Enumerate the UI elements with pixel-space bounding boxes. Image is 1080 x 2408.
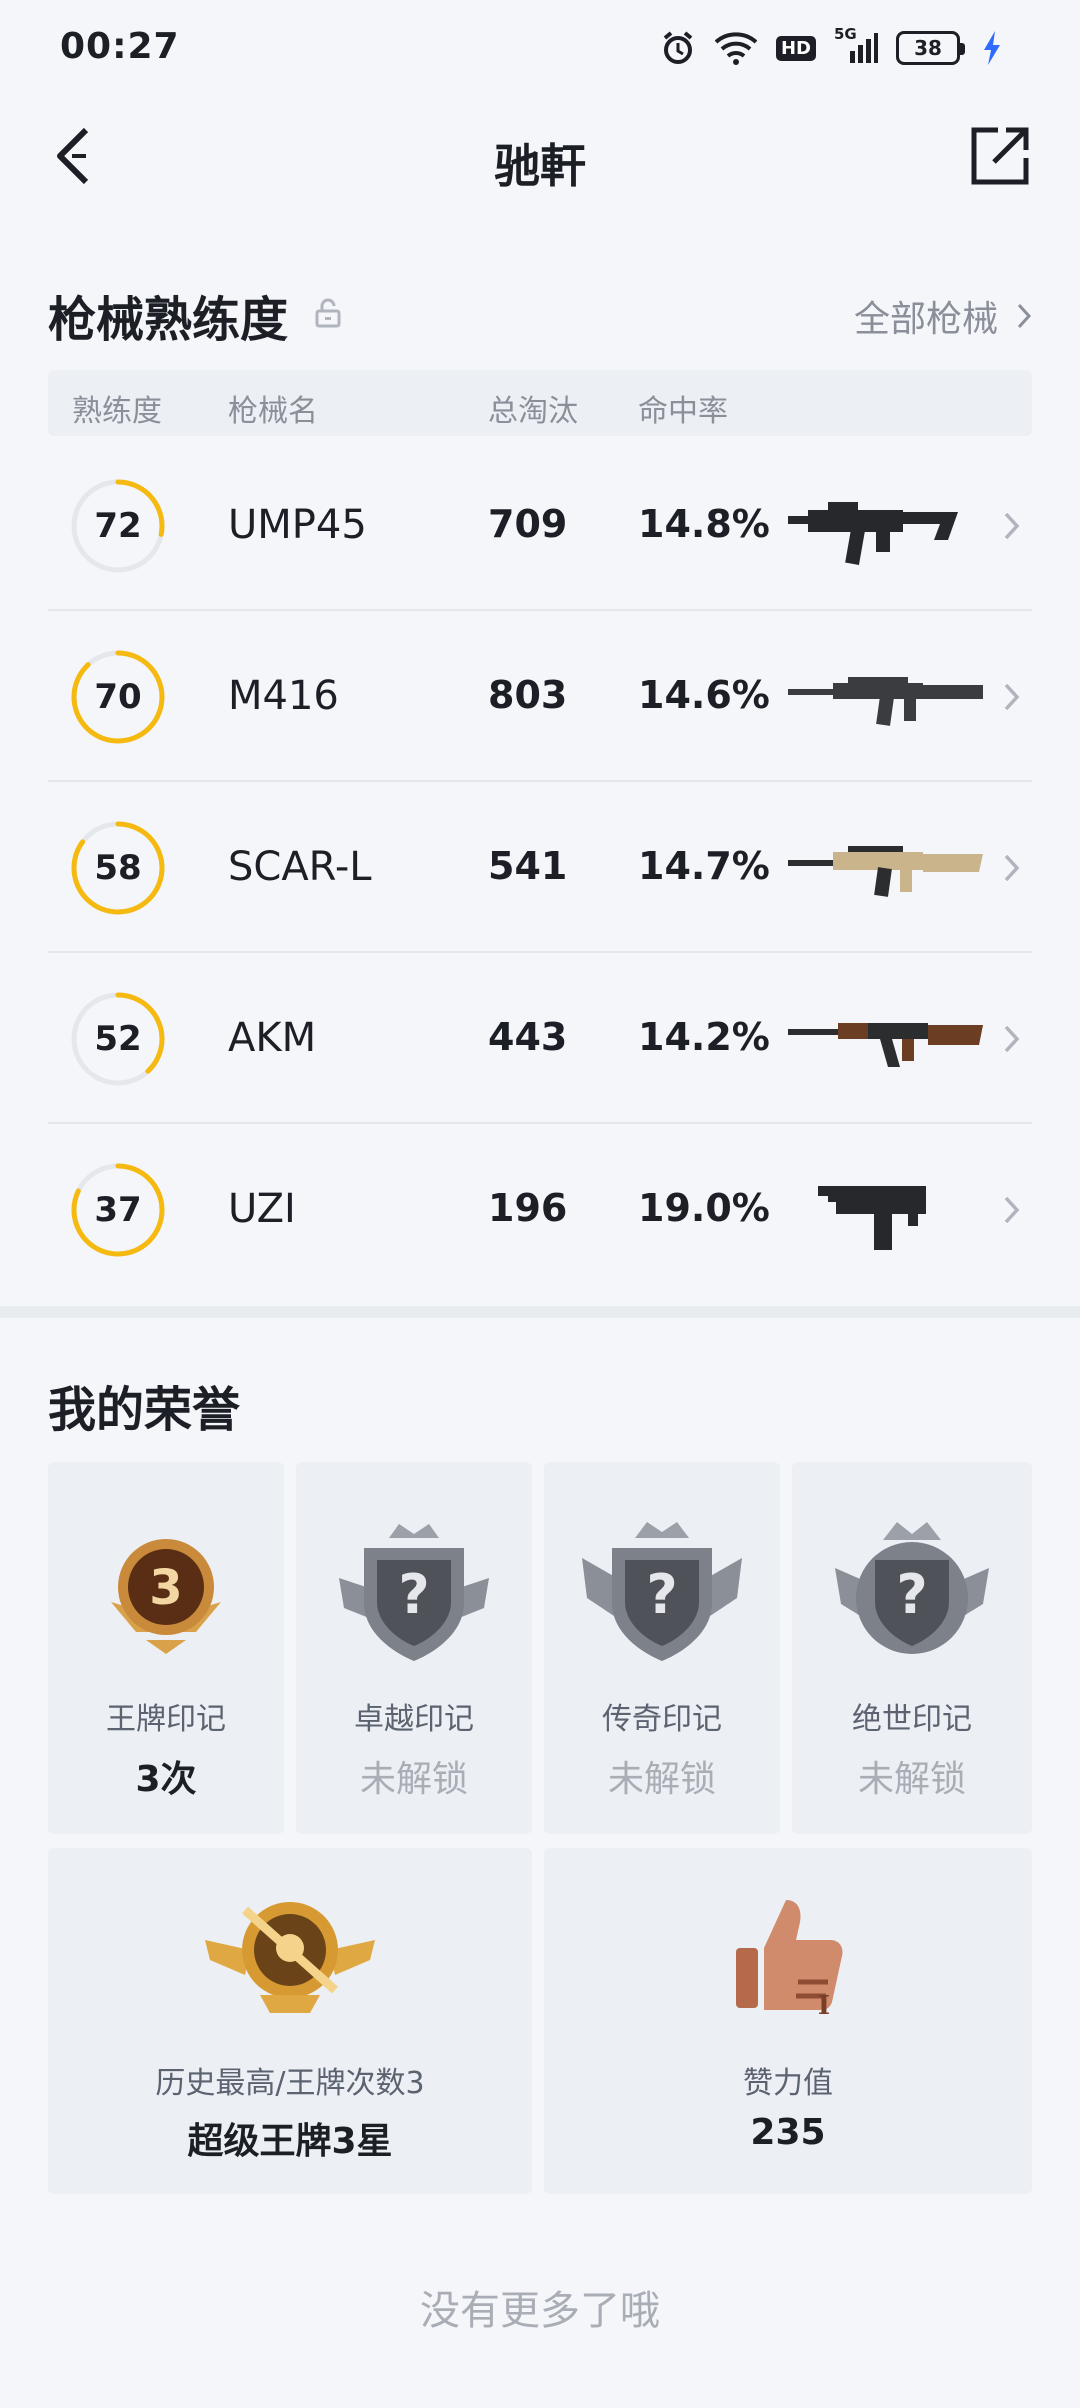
weapon-kills: 541 [488,844,568,888]
chevron-right-icon [1004,854,1020,882]
header-name: 枪械名 [228,394,318,429]
chevron-right-icon [1004,1196,1020,1224]
weapon-kills: 803 [488,673,568,717]
weapon-accuracy: 14.7% [638,844,770,888]
rifle-icon [788,677,983,726]
weapon-name: UZI [228,1186,296,1232]
svg-text:?: ? [896,1563,927,1626]
battery-level: 38 [914,36,942,60]
honor-value: 未解锁 [607,1759,716,1800]
page-title: 驰軒 [494,139,586,193]
status-icons: HD 5G 38 [660,25,1002,68]
battery-icon: 38 [896,31,965,65]
svg-text:?: ? [646,1563,677,1626]
svg-text:?: ? [398,1563,429,1626]
honor-card-legend[interactable]: ? 传奇印记 未解锁 [544,1462,780,1834]
weapon-kills: 196 [488,1186,568,1230]
honor-card-ace[interactable]: 3 王牌印记 3次 [48,1462,284,1834]
honor-label: 赞力值 [743,2066,833,2101]
honor-label: 王牌印记 [106,1702,226,1737]
honor-value: 3次 [135,1759,197,1800]
weapon-name: UMP45 [228,502,367,548]
thumbs-up-icon: I [736,1900,843,2020]
proficiency-value: 37 [94,1190,142,1230]
honor-label: 历史最高/王牌次数3 [155,2066,425,2101]
header-proficiency: 熟练度 [72,394,162,429]
proficiency-value: 70 [94,677,142,717]
proficiency-value: 52 [94,1019,142,1059]
weapon-row[interactable]: 72 UMP45 709 14.8% [48,440,1032,611]
ace-mark-badge-icon: 3 [111,1539,221,1654]
weapon-accuracy: 14.6% [638,673,770,717]
share-button[interactable] [968,124,1032,188]
chevron-right-icon [1004,512,1020,540]
weapon-accuracy: 19.0% [638,1186,770,1230]
proficiency-value: 58 [94,848,142,888]
unlock-icon [315,298,341,332]
section-divider [0,1306,1080,1318]
honor-value: 超级王牌3星 [187,2121,393,2162]
weapon-name: SCAR-L [228,844,372,890]
smg-icon [788,502,958,565]
status-bar: 00:27 HD 5G 38 [0,0,1080,96]
weapon-section-title: 枪械熟练度 [48,292,289,348]
honor-value: 未解锁 [359,1759,468,1800]
chevron-right-icon [1004,1025,1020,1053]
weapon-kills: 709 [488,502,568,546]
honor-value: 未解锁 [857,1759,966,1800]
honor-card-excellent[interactable]: ? 卓越印记 未解锁 [296,1462,532,1834]
end-of-list-text: 没有更多了哦 [420,2288,660,2334]
signal-icon: 5G [834,25,878,65]
proficiency-value: 72 [94,506,142,546]
honor-card-highest-rank[interactable]: 历史最高/王牌次数3 超级王牌3星 [48,1848,532,2194]
weapon-accuracy: 14.2% [638,1015,770,1059]
weapon-list: 72 UMP45 709 14.8% 70 M416 803 14.6% 58 … [48,440,1032,1295]
chevron-right-icon [1004,683,1020,711]
all-weapons-label: 全部枪械 [853,299,998,340]
locked-badge-icon: ? [582,1522,742,1661]
chevron-right-icon [1017,303,1032,329]
rifle-icon [788,1023,983,1067]
locked-badge-icon: ? [835,1522,989,1654]
rifle-icon [788,846,983,897]
network-type: 5G [834,25,857,43]
nav-bar: 驰軒 [0,96,1080,216]
alarm-icon [660,30,696,66]
honor-card-peerless[interactable]: ? 绝世印记 未解锁 [792,1462,1032,1834]
locked-badge-icon: ? [339,1524,489,1661]
weapon-row[interactable]: 37 UZI 196 19.0% [48,1124,1032,1295]
ace-mark-badge-number: 3 [149,1560,182,1616]
share-icon [971,127,1029,185]
wifi-icon [714,31,758,65]
rank-badge-icon [205,1902,375,2013]
charging-icon [982,31,1002,65]
hd-badge: HD [775,35,816,61]
honor-section-title: 我的荣誉 [48,1382,241,1438]
weapon-name: AKM [228,1015,317,1061]
pistol-smg-icon [818,1186,926,1250]
weapon-row[interactable]: 58 SCAR-L 541 14.7% [48,782,1032,953]
status-time: 00:27 [60,26,180,67]
honor-label: 卓越印记 [354,1702,474,1737]
honor-label: 传奇印记 [602,1702,722,1737]
weapon-row[interactable]: 52 AKM 443 14.2% [48,953,1032,1124]
honor-label: 绝世印记 [852,1702,972,1737]
honor-card-likes[interactable]: I 赞力值 235 [544,1848,1032,2194]
weapon-row[interactable]: 70 M416 803 14.6% [48,611,1032,782]
weapon-kills: 443 [488,1015,568,1059]
svg-text:I: I [818,1991,830,2020]
weapon-table-header: 熟练度 枪械名 总淘汰 命中率 [48,370,1032,436]
weapon-name: M416 [228,673,339,719]
weapon-section-header: 枪械熟练度 全部枪械 [48,280,1032,350]
honor-value: 235 [750,2112,826,2153]
weapon-accuracy: 14.8% [638,502,770,546]
header-kills: 总淘汰 [488,394,578,429]
header-accuracy: 命中率 [638,394,728,429]
all-weapons-link[interactable]: 全部枪械 [854,290,1032,342]
